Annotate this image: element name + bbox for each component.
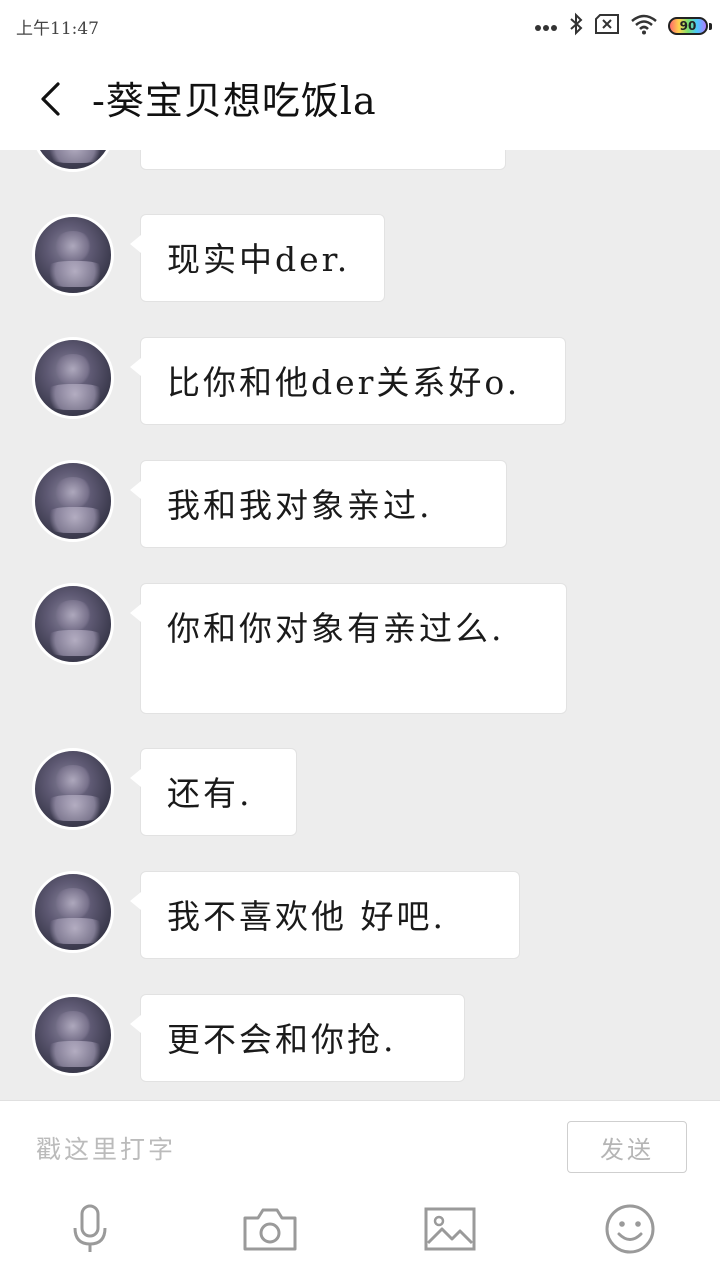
message-bubble[interactable] <box>140 150 506 170</box>
more-dots-icon <box>534 17 558 36</box>
chat-title: -葵宝贝想吃饭la <box>92 79 377 123</box>
message-bubble[interactable]: 比你和他der关系好o. <box>130 337 566 425</box>
wifi-icon <box>630 13 658 39</box>
battery-icon: 90 <box>668 17 712 35</box>
microphone-icon <box>70 1204 110 1258</box>
emoji-button[interactable] <box>595 1201 665 1261</box>
image-button[interactable] <box>415 1201 485 1261</box>
microphone-button[interactable] <box>55 1201 125 1261</box>
avatar[interactable] <box>32 871 114 953</box>
bluetooth-icon <box>568 12 584 40</box>
message-bubble[interactable]: 我不喜欢他 好吧. <box>130 871 520 959</box>
send-button[interactable]: 发送 <box>567 1121 687 1173</box>
avatar[interactable] <box>32 150 114 172</box>
avatar[interactable] <box>32 583 114 665</box>
emoji-icon <box>604 1203 656 1259</box>
battery-level: 90 <box>679 19 697 33</box>
avatar[interactable] <box>32 214 114 296</box>
camera-icon <box>242 1206 298 1256</box>
header: -葵宝贝想吃饭la <box>0 52 720 150</box>
message-bubble[interactable]: 我和我对象亲过. <box>130 460 507 548</box>
camera-button[interactable] <box>235 1201 305 1261</box>
message-input[interactable] <box>34 1121 538 1177</box>
message-bubble[interactable]: 你和你对象有亲过么. <box>130 583 567 714</box>
chat-area[interactable]: 现实中der. 比你和他der关系好o. 我和我对象亲过. 你和你对象有亲过么.… <box>0 150 720 1100</box>
back-button[interactable] <box>30 76 70 126</box>
sim-none-icon <box>594 13 620 39</box>
status-time: 上午11:47 <box>16 19 99 39</box>
avatar[interactable] <box>32 994 114 1076</box>
message-bubble[interactable]: 现实中der. <box>130 214 385 302</box>
avatar[interactable] <box>32 748 114 830</box>
chevron-left-icon <box>38 81 62 121</box>
message-bubble[interactable]: 更不会和你抢. <box>130 994 465 1082</box>
composer: 发送 <box>0 1100 720 1280</box>
image-icon <box>424 1207 476 1255</box>
avatar[interactable] <box>32 460 114 542</box>
avatar[interactable] <box>32 337 114 419</box>
message-bubble[interactable]: 还有. <box>130 748 297 836</box>
status-bar: 上午11:47 90 <box>0 0 720 52</box>
status-icons: 90 <box>534 12 712 40</box>
